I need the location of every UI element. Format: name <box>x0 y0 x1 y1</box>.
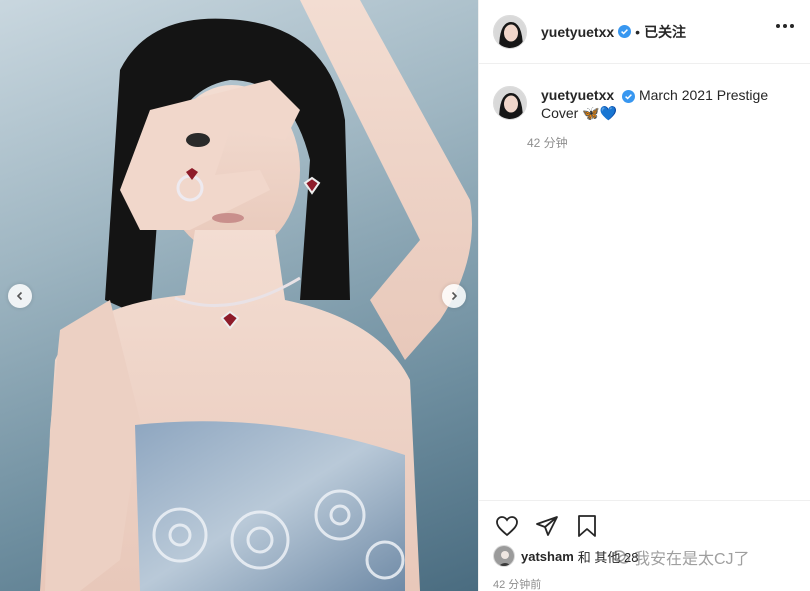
post-header: yuetyuetxx • 已关注 <box>479 0 810 64</box>
caption-avatar[interactable] <box>493 86 527 120</box>
chevron-right-icon <box>451 291 458 301</box>
post-side-panel: yuetyuetxx • 已关注 yuetyuetxx March 2021 P… <box>478 0 810 591</box>
chevron-left-icon <box>16 291 23 301</box>
liker-avatar[interactable] <box>493 545 515 567</box>
caption-timestamp[interactable]: 42 分钟 <box>527 134 810 151</box>
liked-by: yatsham 和 其他 28 <box>493 545 638 567</box>
carousel-next-button[interactable] <box>442 284 466 308</box>
caption-emojis: 🦋💙 <box>582 105 618 121</box>
liker-username[interactable]: yatsham <box>521 549 574 564</box>
separator-dot: • <box>635 23 641 40</box>
post-media[interactable] <box>0 0 478 591</box>
header-username[interactable]: yuetyuetxx <box>541 24 614 40</box>
avatar-image <box>494 15 526 48</box>
post-photo <box>40 0 472 591</box>
verified-badge-icon <box>618 25 632 38</box>
avatar[interactable] <box>493 14 527 49</box>
bookmark-icon[interactable] <box>573 512 601 540</box>
post-timestamp: 42 分钟前 <box>493 579 542 591</box>
action-bar <box>479 500 810 550</box>
liked-by-text[interactable]: 和 其他 28 <box>578 547 639 566</box>
avatar-image <box>494 87 526 119</box>
follow-status-button[interactable]: 已关注 <box>644 22 686 42</box>
more-options-icon[interactable] <box>776 24 794 28</box>
carousel-prev-button[interactable] <box>8 284 32 308</box>
paper-plane-icon[interactable] <box>533 512 561 540</box>
verified-badge-icon <box>622 89 636 103</box>
heart-icon[interactable] <box>493 512 521 540</box>
caption-username[interactable]: yuetyuetxx <box>541 87 614 103</box>
caption: yuetyuetxx March 2021 Prestige Cover 🦋💙 <box>479 64 810 122</box>
caption-text: yuetyuetxx March 2021 Prestige Cover 🦋💙 <box>541 86 781 122</box>
